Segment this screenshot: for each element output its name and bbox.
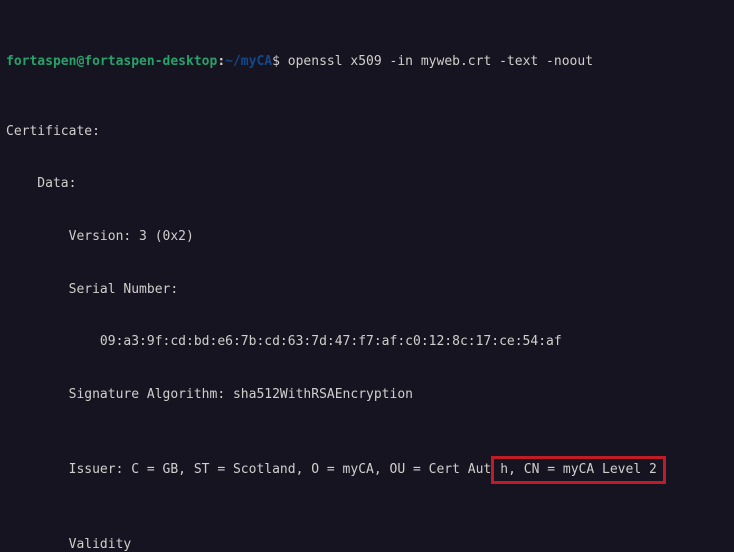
terminal-output[interactable]: fortaspen@fortaspen-desktop:~/myCA$ open…	[0, 0, 734, 552]
output-line: Serial Number:	[6, 281, 728, 299]
output-line: Certificate:	[6, 123, 728, 141]
prompt-user: fortaspen@fortaspen-desktop	[6, 54, 217, 69]
output-line: Data:	[6, 175, 728, 193]
issuer-line: Issuer: C = GB, ST = Scotland, O = myCA,…	[6, 456, 728, 484]
prompt-path: ~/myCA	[225, 54, 272, 69]
prompt-dollar: $	[272, 54, 280, 69]
prompt-colon: :	[217, 54, 225, 69]
prompt-line: fortaspen@fortaspen-desktop:~/myCA$ open…	[6, 53, 728, 71]
issuer-prefix: Issuer: C = GB, ST = Scotland, O = myCA,…	[6, 462, 491, 477]
command-text: openssl x509 -in myweb.crt -text -noout	[288, 54, 593, 69]
highlight-issuer-cn: h, CN = myCA Level 2	[491, 456, 666, 484]
output-line: Signature Algorithm: sha512WithRSAEncryp…	[6, 386, 728, 404]
output-line: 09:a3:9f:cd:bd:e6:7b:cd:63:7d:47:f7:af:c…	[6, 333, 728, 351]
output-line: Version: 3 (0x2)	[6, 228, 728, 246]
output-line: Validity	[6, 536, 728, 552]
